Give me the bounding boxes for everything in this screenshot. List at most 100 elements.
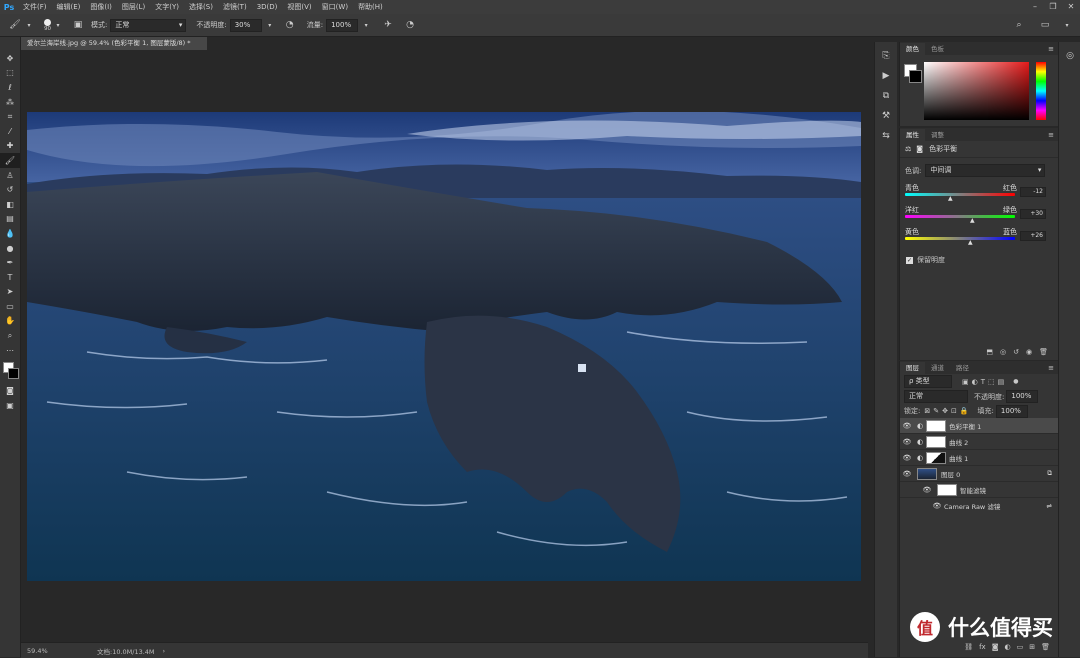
layer-name[interactable]: 智能滤镜: [960, 485, 986, 495]
background-color[interactable]: [8, 368, 19, 380]
brush-tool-icon[interactable]: 🖌: [0, 153, 20, 168]
layer-name[interactable]: 曲线 1: [949, 453, 968, 463]
cyan-red-slider[interactable]: 青色 红色 ▲ -12: [900, 183, 1058, 203]
menu-help[interactable]: 帮助(H): [353, 2, 388, 12]
blend-mode-select[interactable]: 正常: [904, 390, 968, 403]
new-adjustment-icon[interactable]: ◐: [1005, 643, 1011, 651]
libraries-icon[interactable]: ◎: [1059, 46, 1080, 66]
trash-icon[interactable]: 🗑: [1041, 643, 1050, 651]
chevron-right-icon[interactable]: ›: [163, 647, 166, 655]
opacity-input[interactable]: 30%: [229, 18, 262, 32]
quick-mask-icon[interactable]: ◙: [0, 383, 20, 398]
pressure-opacity-icon[interactable]: ◔: [283, 18, 297, 32]
slider-handle-icon[interactable]: ▲: [968, 239, 973, 246]
add-mask-icon[interactable]: ◙: [992, 643, 999, 651]
layer-name[interactable]: Camera Raw 滤镜: [944, 501, 1000, 511]
slider-handle-icon[interactable]: ▲: [948, 195, 953, 202]
tab-paths[interactable]: 路径: [950, 362, 975, 374]
layer-mask-thumbnail[interactable]: [926, 419, 947, 432]
reset-icon[interactable]: ↺: [1013, 348, 1019, 356]
color-field[interactable]: [924, 62, 1029, 120]
layer-row[interactable]: 👁 图层 0 ⧉: [900, 466, 1058, 482]
layer-mask-thumbnail[interactable]: [926, 451, 947, 464]
eye-icon[interactable]: 👁: [900, 470, 914, 478]
layer-name[interactable]: 色彩平衡 1: [949, 421, 981, 431]
visibility-icon[interactable]: ◉: [1026, 348, 1032, 356]
layer-row[interactable]: 👁 ◐ 色彩平衡 1: [900, 418, 1058, 434]
chevron-down-icon[interactable]: ▾: [359, 18, 373, 32]
eyedropper-tool-icon[interactable]: ⁄: [0, 124, 20, 139]
eye-icon[interactable]: 👁: [900, 454, 914, 462]
pressure-size-icon[interactable]: ◔: [403, 18, 417, 32]
actions-play-icon[interactable]: ▶: [875, 66, 897, 86]
chevron-down-icon[interactable]: ▾: [22, 18, 36, 32]
background-color[interactable]: [909, 70, 922, 83]
eraser-tool-icon[interactable]: ◧: [0, 197, 20, 212]
dodge-tool-icon[interactable]: ●: [0, 241, 20, 256]
tab-swatches[interactable]: 色板: [925, 43, 950, 55]
slider-value[interactable]: +30: [1020, 209, 1046, 219]
view-previous-icon[interactable]: ◎: [1000, 348, 1006, 356]
panel-menu-icon[interactable]: ≡: [1048, 43, 1058, 55]
yellow-blue-slider[interactable]: 黄色 蓝色 ▲ +26: [900, 227, 1058, 247]
lock-icons[interactable]: ⊠✎✥⊡🔒: [924, 407, 971, 415]
tab-layers[interactable]: 图层: [900, 362, 925, 374]
layer-name[interactable]: 图层 0: [941, 469, 960, 479]
healing-tool-icon[interactable]: ✚: [0, 139, 20, 154]
menu-image[interactable]: 图像(I): [85, 2, 117, 12]
tone-select[interactable]: 中间调 ▾: [925, 164, 1046, 177]
screen-mode-icon[interactable]: ▣: [0, 398, 20, 413]
magenta-green-slider[interactable]: 洋红 绿色 ▲ +30: [900, 205, 1058, 225]
move-tool-icon[interactable]: ✥: [0, 51, 20, 66]
slider-handle-icon[interactable]: ▲: [970, 217, 975, 224]
workspace-icon[interactable]: ▭: [1038, 18, 1052, 32]
filter-row[interactable]: 👁 Camera Raw 滤镜 ⇌: [900, 498, 1058, 513]
filter-mask-thumbnail[interactable]: [937, 483, 957, 496]
chevron-down-icon[interactable]: ▾: [263, 18, 277, 32]
tab-color[interactable]: 颜色: [900, 43, 925, 55]
slider-value[interactable]: +26: [1020, 231, 1046, 241]
clip-icon[interactable]: ⬒: [986, 348, 993, 356]
mode-select[interactable]: 正常 ▾: [110, 18, 187, 32]
menu-3d[interactable]: 3D(D): [252, 3, 283, 11]
eye-icon[interactable]: 👁: [920, 486, 934, 494]
eye-icon[interactable]: 👁: [900, 422, 914, 430]
menu-edit[interactable]: 编辑(E): [52, 2, 86, 12]
history-brush-tool-icon[interactable]: ↺: [0, 182, 20, 197]
fill-input[interactable]: 100%: [995, 404, 1028, 418]
adjust-icon[interactable]: ⇆: [875, 126, 897, 146]
hue-slider[interactable]: [1036, 62, 1046, 120]
clone-source-icon[interactable]: ⧉: [875, 86, 897, 106]
chevron-down-icon[interactable]: ▾: [1060, 18, 1074, 32]
eye-icon[interactable]: 👁: [900, 438, 914, 446]
menu-view[interactable]: 视图(V): [282, 2, 316, 12]
fx-icon[interactable]: fx: [979, 643, 986, 651]
menu-layer[interactable]: 图层(L): [117, 2, 150, 12]
brush-preset-picker[interactable]: 90: [44, 18, 51, 32]
path-select-tool-icon[interactable]: ➤: [0, 285, 20, 300]
document-tab[interactable]: 爱尔兰海岸线.jpg @ 59.4% (色彩平衡 1, 图层蒙版/8) *: [21, 37, 207, 50]
trash-icon[interactable]: 🗑: [1039, 348, 1048, 356]
menu-window[interactable]: 窗口(W): [317, 2, 353, 12]
pen-tool-icon[interactable]: ✒: [0, 255, 20, 270]
preserve-checkbox[interactable]: ✓: [906, 256, 913, 264]
blur-tool-icon[interactable]: 💧: [0, 226, 20, 241]
shape-tool-icon[interactable]: ▭: [0, 299, 20, 314]
menu-select[interactable]: 选择(S): [184, 2, 218, 12]
layer-thumbnail[interactable]: [917, 467, 937, 480]
filter-icons[interactable]: ▣◐T⬚▤: [962, 378, 1007, 386]
new-group-icon[interactable]: ▭: [1017, 643, 1024, 651]
filter-options-icon[interactable]: ⇌: [1047, 502, 1052, 510]
layer-mask-thumbnail[interactable]: [926, 435, 947, 448]
menu-filter[interactable]: 滤镜(T): [218, 2, 252, 12]
layer-filter-select[interactable]: ρ 类型: [904, 375, 952, 388]
brush-panel-icon[interactable]: ▣: [71, 18, 85, 32]
crop-tool-icon[interactable]: ⌗: [0, 109, 20, 124]
search-icon[interactable]: ⌕: [1012, 18, 1026, 32]
eye-icon[interactable]: 👁: [930, 502, 944, 510]
hand-tool-icon[interactable]: ✋: [0, 314, 20, 329]
layer-row[interactable]: 👁 ◐ 曲线 1: [900, 450, 1058, 466]
zoom-tool-icon[interactable]: ⌕: [0, 328, 20, 343]
layer-name[interactable]: 曲线 2: [949, 437, 968, 447]
restore-icon[interactable]: ❐: [1044, 0, 1062, 14]
